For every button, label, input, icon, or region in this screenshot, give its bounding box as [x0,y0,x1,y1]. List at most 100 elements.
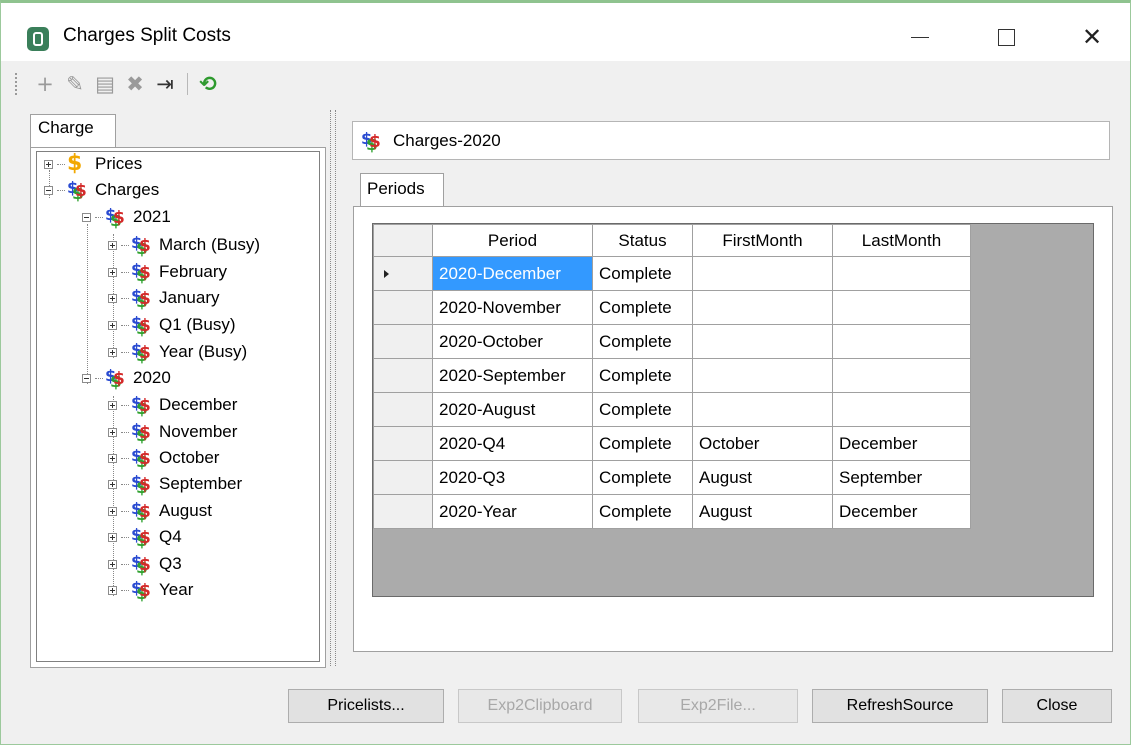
edit-icon[interactable]: ✎ [61,71,89,97]
cell-lastmonth[interactable] [832,290,971,325]
expand-icon[interactable] [108,559,117,569]
table-row[interactable]: 2020-September Complete [373,358,971,393]
cell-status[interactable]: Complete [592,358,693,393]
pricelists-button[interactable]: Pricelists... [288,689,444,723]
column-header-lastmonth[interactable]: LastMonth [832,224,971,257]
cell-period[interactable]: 2020-December [432,256,593,291]
expand-icon[interactable] [108,240,117,250]
row-header[interactable] [373,358,433,393]
tree-node-prices[interactable]: $ Prices [44,151,142,177]
expand-icon[interactable] [108,479,117,489]
row-header[interactable] [373,290,433,325]
table-row[interactable]: 2020-October Complete [373,324,971,359]
add-icon[interactable]: + [31,71,59,97]
cell-period[interactable]: 2020-Year [432,494,593,529]
cell-lastmonth[interactable]: December [832,426,971,461]
collapse-icon[interactable] [82,212,91,222]
cell-firstmonth[interactable]: October [692,426,833,461]
cell-lastmonth[interactable] [832,392,971,427]
cell-lastmonth[interactable]: September [832,460,971,495]
row-header[interactable] [373,460,433,495]
cell-firstmonth[interactable] [692,324,833,359]
cell-lastmonth[interactable]: December [832,494,971,529]
cell-period[interactable]: 2020-November [432,290,593,325]
tree-node-q3[interactable]: Q3 [108,551,182,577]
column-header-firstmonth[interactable]: FirstMonth [692,224,833,257]
cell-lastmonth[interactable] [832,324,971,359]
tree-node-january[interactable]: January [108,285,219,311]
minimize-button[interactable] [897,17,943,57]
panel-splitter[interactable] [330,110,336,666]
expand-icon[interactable] [108,506,117,516]
cell-firstmonth[interactable] [692,358,833,393]
periods-grid[interactable]: Period Status FirstMonth LastMonth 2020-… [372,223,1094,597]
collapse-icon[interactable] [44,185,53,195]
expand-icon[interactable] [108,453,117,463]
cell-firstmonth[interactable] [692,392,833,427]
tree-node-september[interactable]: September [108,471,242,497]
table-row[interactable]: 2020-December Complete [373,256,971,291]
tree-node-q1[interactable]: Q1 (Busy) [108,312,236,338]
column-header-period[interactable]: Period [432,224,593,257]
row-header[interactable] [373,392,433,427]
row-header[interactable] [373,324,433,359]
grid-corner[interactable] [373,224,433,257]
cell-status[interactable]: Complete [592,460,693,495]
cell-period[interactable]: 2020-Q3 [432,460,593,495]
expand-icon[interactable] [44,159,53,169]
tree-node-year-2021[interactable]: Year (Busy) [108,339,247,365]
exp2clipboard-button[interactable]: Exp2Clipboard [458,689,622,723]
tree-node-december[interactable]: December [108,392,237,418]
table-row[interactable]: 2020-November Complete [373,290,971,325]
cell-period[interactable]: 2020-September [432,358,593,393]
row-header[interactable] [373,426,433,461]
save-icon[interactable]: ▤ [91,71,119,97]
cell-period[interactable]: 2020-Q4 [432,426,593,461]
tree-node-march[interactable]: March (Busy) [108,232,260,258]
table-row[interactable]: 2020-Q3 Complete August September [373,460,971,495]
cell-firstmonth[interactable]: August [692,494,833,529]
tree-node-february[interactable]: February [108,259,227,285]
tree-node-q4[interactable]: Q4 [108,524,182,550]
cell-period[interactable]: 2020-October [432,324,593,359]
tab-charge[interactable]: Charge [30,114,116,148]
expand-icon[interactable] [108,267,117,277]
exp2file-button[interactable]: Exp2File... [638,689,798,723]
column-header-status[interactable]: Status [592,224,693,257]
refreshsource-button[interactable]: RefreshSource [812,689,988,723]
expand-icon[interactable] [108,532,117,542]
cell-lastmonth[interactable] [832,256,971,291]
expand-icon[interactable] [108,347,117,357]
cell-status[interactable]: Complete [592,324,693,359]
expand-icon[interactable] [108,427,117,437]
table-row[interactable]: 2020-Year Complete August December [373,494,971,529]
cell-status[interactable]: Complete [592,494,693,529]
cell-firstmonth[interactable] [692,290,833,325]
tree-node-november[interactable]: November [108,419,237,445]
cell-period[interactable]: 2020-August [432,392,593,427]
cell-status[interactable]: Complete [592,290,693,325]
export-icon[interactable]: ⇥ [151,71,179,97]
expand-icon[interactable] [108,320,117,330]
expand-icon[interactable] [108,400,117,410]
cell-firstmonth[interactable]: August [692,460,833,495]
charge-tree[interactable]: $ Prices Charges 2021 March (Busy) Febru… [36,151,320,662]
table-row[interactable]: 2020-Q4 Complete October December [373,426,971,461]
cell-status[interactable]: Complete [592,426,693,461]
cell-firstmonth[interactable] [692,256,833,291]
table-row[interactable]: 2020-August Complete [373,392,971,427]
refresh-icon[interactable]: ⟲ [194,71,222,97]
cell-status[interactable]: Complete [592,392,693,427]
tree-node-year-2020[interactable]: Year [108,577,193,603]
charge-name-field[interactable]: Charges-2020 [352,121,1110,160]
row-header[interactable] [373,256,433,291]
expand-icon[interactable] [108,293,117,303]
row-header[interactable] [373,494,433,529]
close-window-button[interactable]: ✕ [1069,17,1115,57]
tree-node-charges[interactable]: Charges [44,177,159,203]
collapse-icon[interactable] [82,373,91,383]
expand-icon[interactable] [108,585,117,595]
toolbar-grip[interactable] [15,73,19,95]
tree-node-august[interactable]: August [108,498,212,524]
maximize-button[interactable] [983,17,1029,57]
